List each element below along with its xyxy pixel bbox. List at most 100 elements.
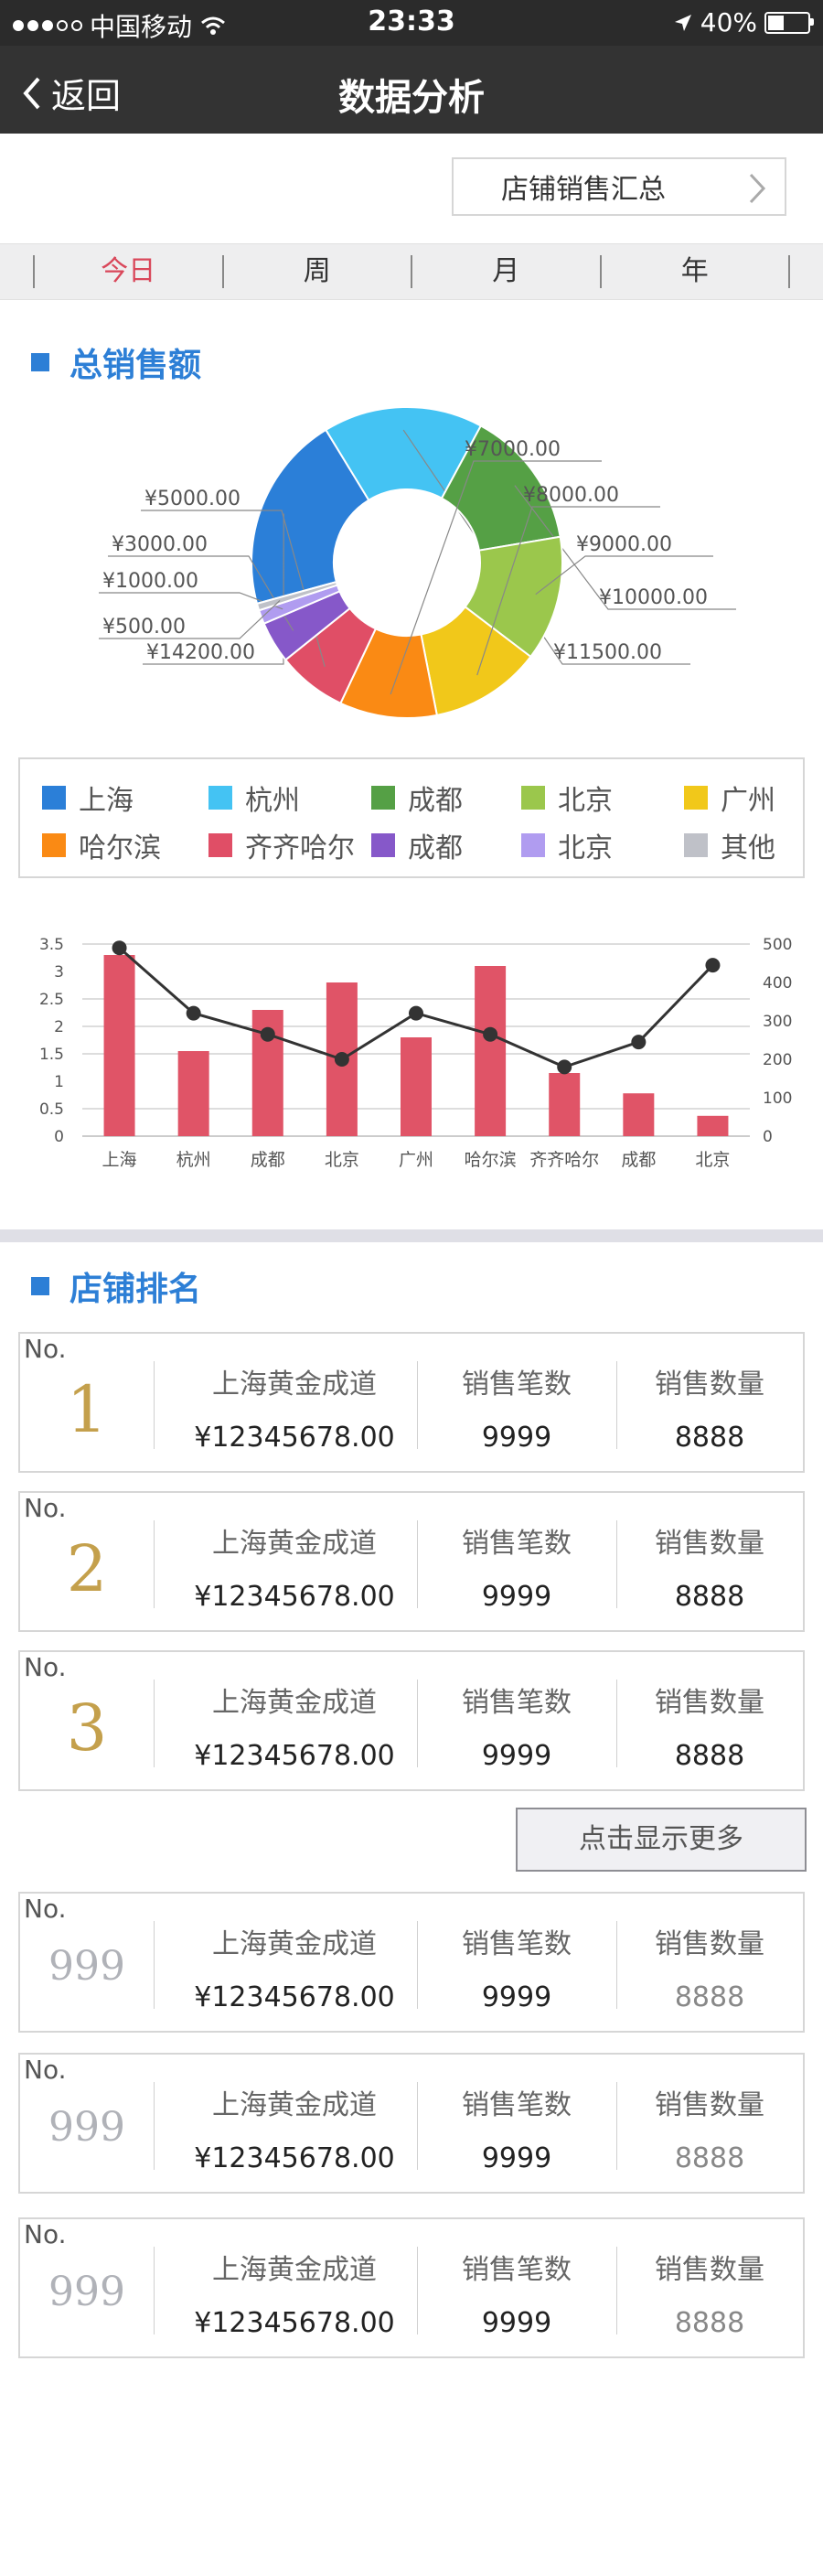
legend-swatch [521, 833, 545, 857]
qty-column: 销售数量 8888 [616, 1361, 803, 1454]
sales-qty-label: 销售数量 [655, 2089, 764, 2121]
legend-swatch [371, 786, 395, 810]
tab-month[interactable]: 月 [412, 244, 600, 299]
sales-qty-value: 8888 [674, 2307, 745, 2339]
y-tick-left: 3.5 [39, 936, 64, 954]
slice-value-label: ¥11500.00 [553, 641, 662, 664]
rank-card[interactable]: No. 3 上海黄金成道 ¥12345678.00 销售笔数 9999 销售数量 8888 [18, 1650, 805, 1791]
store-column: 上海黄金成道 ¥12345678.00 [154, 2247, 435, 2339]
legend-item: 哈尔滨 [42, 825, 161, 865]
bar [401, 1037, 432, 1136]
slice-value-label: ¥8000.00 [523, 484, 619, 507]
store-column: 上海黄金成道 ¥12345678.00 [154, 1361, 435, 1454]
bar [549, 1073, 581, 1136]
sales-count-label: 销售笔数 [462, 2089, 572, 2121]
store-column: 上海黄金成道 ¥12345678.00 [154, 1520, 435, 1613]
sales-count-label: 销售笔数 [462, 1368, 572, 1401]
count-column: 销售笔数 9999 [417, 1921, 616, 2013]
y-tick-left: 1.5 [39, 1046, 64, 1064]
legend-swatch [208, 833, 232, 857]
store-amount: ¥12345678.00 [194, 1981, 395, 2013]
rank-no-label: No. [24, 1493, 67, 1523]
sales-count-value: 9999 [481, 1422, 552, 1454]
x-tick-label: 北京 [695, 1150, 730, 1170]
legend-swatch [42, 833, 66, 857]
y-tick-left: 0.5 [39, 1100, 64, 1119]
sales-qty-label: 销售数量 [655, 1368, 764, 1401]
x-tick-label: 上海 [102, 1150, 137, 1170]
store-amount: ¥12345678.00 [194, 1581, 395, 1613]
store-name: 上海黄金成道 [212, 1528, 377, 1560]
slice-value-label: ¥500.00 [102, 616, 186, 639]
qty-column: 销售数量 8888 [616, 2247, 803, 2339]
count-column: 销售笔数 9999 [417, 1361, 616, 1454]
bar [103, 955, 135, 1136]
sales-qty-label: 销售数量 [655, 1687, 764, 1719]
rank-card[interactable]: No. 999 上海黄金成道 ¥12345678.00 销售笔数 9999 销售数量 8888 [18, 1892, 805, 2033]
line-point [112, 940, 127, 956]
line-point [483, 1026, 498, 1042]
store-amount: ¥12345678.00 [194, 1740, 395, 1772]
y-tick-left: 1 [54, 1073, 64, 1091]
count-column: 销售笔数 9999 [417, 2247, 616, 2339]
rank-no-label: No. [24, 2219, 67, 2249]
x-tick-label: 广州 [399, 1150, 433, 1170]
sales-qty-label: 销售数量 [655, 1528, 764, 1560]
legend-item: 北京 [521, 778, 613, 818]
sales-qty-value: 8888 [674, 1422, 745, 1454]
store-name: 上海黄金成道 [212, 1368, 377, 1401]
count-column: 销售笔数 9999 [417, 2082, 616, 2174]
y-tick-left: 2.5 [39, 991, 64, 1009]
rank-card[interactable]: No. 1 上海黄金成道 ¥12345678.00 销售笔数 9999 销售数量 8888 [18, 1332, 805, 1473]
slice-value-label: ¥3000.00 [112, 533, 208, 556]
slice-value-label: ¥5000.00 [144, 488, 240, 510]
line-point [631, 1035, 647, 1050]
chevron-right-icon [749, 173, 766, 204]
line-point [557, 1059, 572, 1075]
status-bar: 中国移动 23:33 40% [0, 0, 823, 46]
sales-count-value: 9999 [481, 2307, 552, 2339]
qty-column: 销售数量 8888 [616, 1921, 803, 2013]
x-tick-label: 齐齐哈尔 [529, 1150, 599, 1170]
legend-swatch [42, 786, 66, 810]
y-tick-right: 100 [763, 1089, 792, 1108]
x-tick-label: 北京 [325, 1150, 359, 1170]
rank-number: 2 [66, 1531, 108, 1606]
tab-today[interactable]: 今日 [35, 244, 222, 299]
sales-donut-chart: ¥14200.00 ¥11500.00 ¥10000.00 ¥9000.00 ¥8000… [99, 406, 736, 719]
sales-count-value: 9999 [481, 1581, 552, 1613]
legend-item: 其他 [684, 825, 775, 865]
rank-card[interactable]: No. 999 上海黄金成道 ¥12345678.00 销售笔数 9999 销售数量 8888 [18, 2053, 805, 2194]
rank-card[interactable]: No. 999 上海黄金成道 ¥12345678.00 销售笔数 9999 销售数量 8888 [18, 2217, 805, 2358]
store-name: 上海黄金成道 [212, 2089, 377, 2121]
legend-swatch [684, 786, 708, 810]
rank-number: 999 [48, 2269, 125, 2315]
slice-value-label: ¥10000.00 [599, 586, 708, 609]
line-point [260, 1026, 275, 1042]
tab-year[interactable]: 年 [602, 244, 789, 299]
sales-qty-value: 8888 [674, 2142, 745, 2174]
legend-swatch [684, 833, 708, 857]
legend-item: 齐齐哈尔 [208, 825, 355, 865]
store-name: 上海黄金成道 [212, 1687, 377, 1719]
rank-no-label: No. [24, 1652, 67, 1682]
y-tick-right: 0 [763, 1128, 773, 1146]
count-column: 销售笔数 9999 [417, 1680, 616, 1772]
y-tick-left: 3 [54, 963, 64, 982]
rank-card[interactable]: No. 2 上海黄金成道 ¥12345678.00 销售笔数 9999 销售数量 8888 [18, 1491, 805, 1632]
battery-percent: 40% [700, 7, 757, 38]
slice-value-label: ¥9000.00 [576, 533, 672, 556]
location-arrow-icon [674, 14, 691, 31]
legend-item: 成都 [371, 825, 463, 865]
count-column: 销售笔数 9999 [417, 1520, 616, 1613]
tab-week[interactable]: 周 [224, 244, 412, 299]
store-selector[interactable]: 店铺销售汇总 [452, 157, 786, 216]
sales-bar-line-chart: 0 0.5 1 1.5 2 2.5 3 3.5 0 100 200 300 400 500 上海 杭州 成都 北京… [39, 936, 793, 1170]
nav-bar: 返回 数据分析 [0, 46, 823, 134]
ranking-section-title: 店铺排名 [31, 1262, 201, 1310]
show-more-button[interactable]: 点击显示更多 [516, 1808, 807, 1872]
page-title: 数据分析 [338, 77, 485, 119]
period-tabs: 今日 周 月 年 [0, 243, 823, 300]
sales-count-label: 销售笔数 [462, 2254, 572, 2286]
line-point [409, 1005, 423, 1021]
